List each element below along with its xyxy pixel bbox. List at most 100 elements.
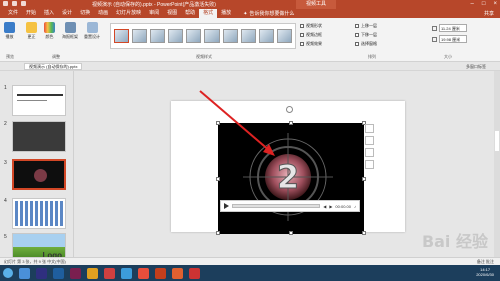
indesign-icon[interactable]	[104, 267, 115, 279]
tab-file[interactable]: 文件	[4, 9, 22, 18]
color-button[interactable]: 颜色	[44, 22, 55, 40]
slide-thumbnail-4[interactable]	[12, 198, 66, 229]
resize-handle-w[interactable]	[216, 177, 220, 181]
video-style-6[interactable]	[204, 29, 220, 43]
video-style-3[interactable]	[150, 29, 166, 43]
slide-number: 3	[4, 160, 7, 166]
video-options: 视频形状 视频边框 视频效果	[300, 23, 322, 47]
tab-home[interactable]: 开始	[22, 9, 40, 18]
undo-icon[interactable]	[12, 1, 17, 6]
tab-insert[interactable]: 插入	[40, 9, 58, 18]
video-style-9[interactable]	[258, 29, 274, 43]
watermark: Bai 经验	[421, 232, 488, 251]
video-effects-label: 视频效果	[306, 41, 322, 46]
slide-thumbnail-3[interactable]	[12, 159, 66, 190]
volume-icon[interactable]: ♪	[354, 204, 356, 209]
maximize-icon[interactable]: □	[482, 1, 486, 7]
resize-handle-s[interactable]	[289, 231, 293, 235]
reset-design-label: 重置设计	[84, 34, 100, 39]
tell-me-box[interactable]: ✦ 告诉我你想要做什么	[243, 10, 294, 18]
layout-options-icon[interactable]	[365, 124, 374, 133]
group-adjust-label: 调整	[52, 54, 60, 59]
shape-icon	[300, 24, 304, 28]
document-tab[interactable]: 视频演示 (自动保存的).pptx	[24, 63, 83, 70]
clock-date: 2020/6/30	[476, 272, 494, 277]
slide-thumbnail-1[interactable]	[12, 85, 66, 116]
reset-design-button[interactable]: 重置设计	[84, 22, 100, 40]
progress-bar[interactable]	[232, 204, 321, 208]
video-style-5[interactable]	[186, 29, 202, 43]
effects-icon	[300, 42, 304, 46]
annotation-arrow	[199, 90, 275, 156]
tab-transitions[interactable]: 切换	[76, 9, 94, 18]
video-style-2[interactable]	[132, 29, 148, 43]
powerpoint-icon[interactable]	[155, 267, 166, 279]
poster-frame-button[interactable]: 海报框架	[62, 22, 78, 40]
style-icon[interactable]	[365, 148, 374, 157]
video-style-7[interactable]	[222, 29, 238, 43]
premiere-icon[interactable]	[36, 267, 47, 279]
tab-format[interactable]: 格式	[199, 9, 218, 18]
multi-window-label[interactable]: 多窗口标签	[466, 64, 486, 70]
quick-access-toolbar	[3, 1, 26, 6]
video-style-10[interactable]	[276, 29, 292, 43]
close-icon[interactable]: ×	[493, 1, 497, 7]
window-title: 视频演示 (自动保存的).pptx - PowerPoint(产品激活失败)	[92, 2, 216, 8]
play-icon[interactable]	[224, 203, 229, 209]
height-field: 11.24 厘米	[432, 24, 467, 32]
format-icon[interactable]	[365, 160, 374, 169]
send-backward-option[interactable]: 下移一层	[355, 32, 377, 38]
corrections-button[interactable]: 更正	[26, 22, 37, 40]
forward-icon[interactable]: ▶	[329, 204, 332, 209]
resize-handle-se[interactable]	[362, 231, 366, 235]
group-styles-label: 视频样式	[196, 54, 212, 59]
tab-review[interactable]: 审阅	[145, 9, 163, 18]
slide-thumbnail-2[interactable]	[12, 121, 66, 152]
resize-handle-e[interactable]	[362, 177, 366, 181]
bring-forward-option[interactable]: 上移一层	[355, 23, 377, 29]
clock[interactable]: 14:17 2020/6/30	[476, 267, 494, 277]
video-style-1[interactable]	[114, 29, 130, 43]
resize-handle-sw[interactable]	[216, 231, 220, 235]
share-button[interactable]: 共享	[484, 10, 494, 17]
width-input[interactable]: 19.98 厘米	[439, 35, 467, 43]
vertical-scrollbar[interactable]	[494, 71, 500, 272]
video-tools-label: 视频工具	[296, 0, 336, 9]
illustrator-icon[interactable]	[87, 267, 98, 279]
chrome-icon[interactable]	[138, 267, 149, 279]
video-shape-option[interactable]: 视频形状	[300, 23, 322, 29]
group-size-label: 大小	[444, 54, 452, 59]
height-input[interactable]: 11.24 厘米	[439, 24, 467, 32]
tab-design[interactable]: 设计	[58, 9, 76, 18]
title-bar: 视频演示 (自动保存的).pptx - PowerPoint(产品激活失败) 视…	[0, 0, 500, 9]
start-icon[interactable]	[3, 268, 13, 278]
video-effects-option[interactable]: 视频效果	[300, 41, 322, 47]
countdown-thumb-circle	[34, 169, 47, 182]
poster-frame-label: 海报框架	[62, 34, 78, 39]
save-icon[interactable]	[3, 1, 8, 6]
qq-icon[interactable]	[121, 267, 132, 279]
slide-number: 1	[4, 85, 7, 91]
video-style-8[interactable]	[240, 29, 256, 43]
tab-playback[interactable]: 播放	[217, 9, 235, 18]
tab-slideshow[interactable]: 幻灯片放映	[112, 9, 145, 18]
photoshop-icon[interactable]	[53, 267, 64, 279]
tab-animations[interactable]: 动画	[94, 9, 112, 18]
after-effects-icon[interactable]	[70, 267, 81, 279]
video-styles-gallery	[110, 23, 296, 49]
play-button[interactable]: 播放	[4, 22, 15, 40]
crop-icon[interactable]	[365, 136, 374, 145]
minimize-icon[interactable]: –	[471, 1, 474, 7]
poster-frame-icon	[64, 22, 76, 33]
browser-icon[interactable]	[189, 267, 200, 279]
tab-help[interactable]: 帮助	[181, 9, 199, 18]
tab-view[interactable]: 视图	[163, 9, 181, 18]
video-border-option[interactable]: 视频边框	[300, 32, 322, 38]
app-icon[interactable]	[172, 267, 183, 279]
redo-icon[interactable]	[21, 1, 26, 6]
video-style-4[interactable]	[168, 29, 184, 43]
rewind-icon[interactable]: ◀	[323, 204, 326, 209]
selection-pane-option[interactable]: 选择窗格	[355, 41, 377, 47]
explorer-icon[interactable]	[19, 267, 30, 279]
scrollbar-thumb[interactable]	[495, 131, 499, 151]
